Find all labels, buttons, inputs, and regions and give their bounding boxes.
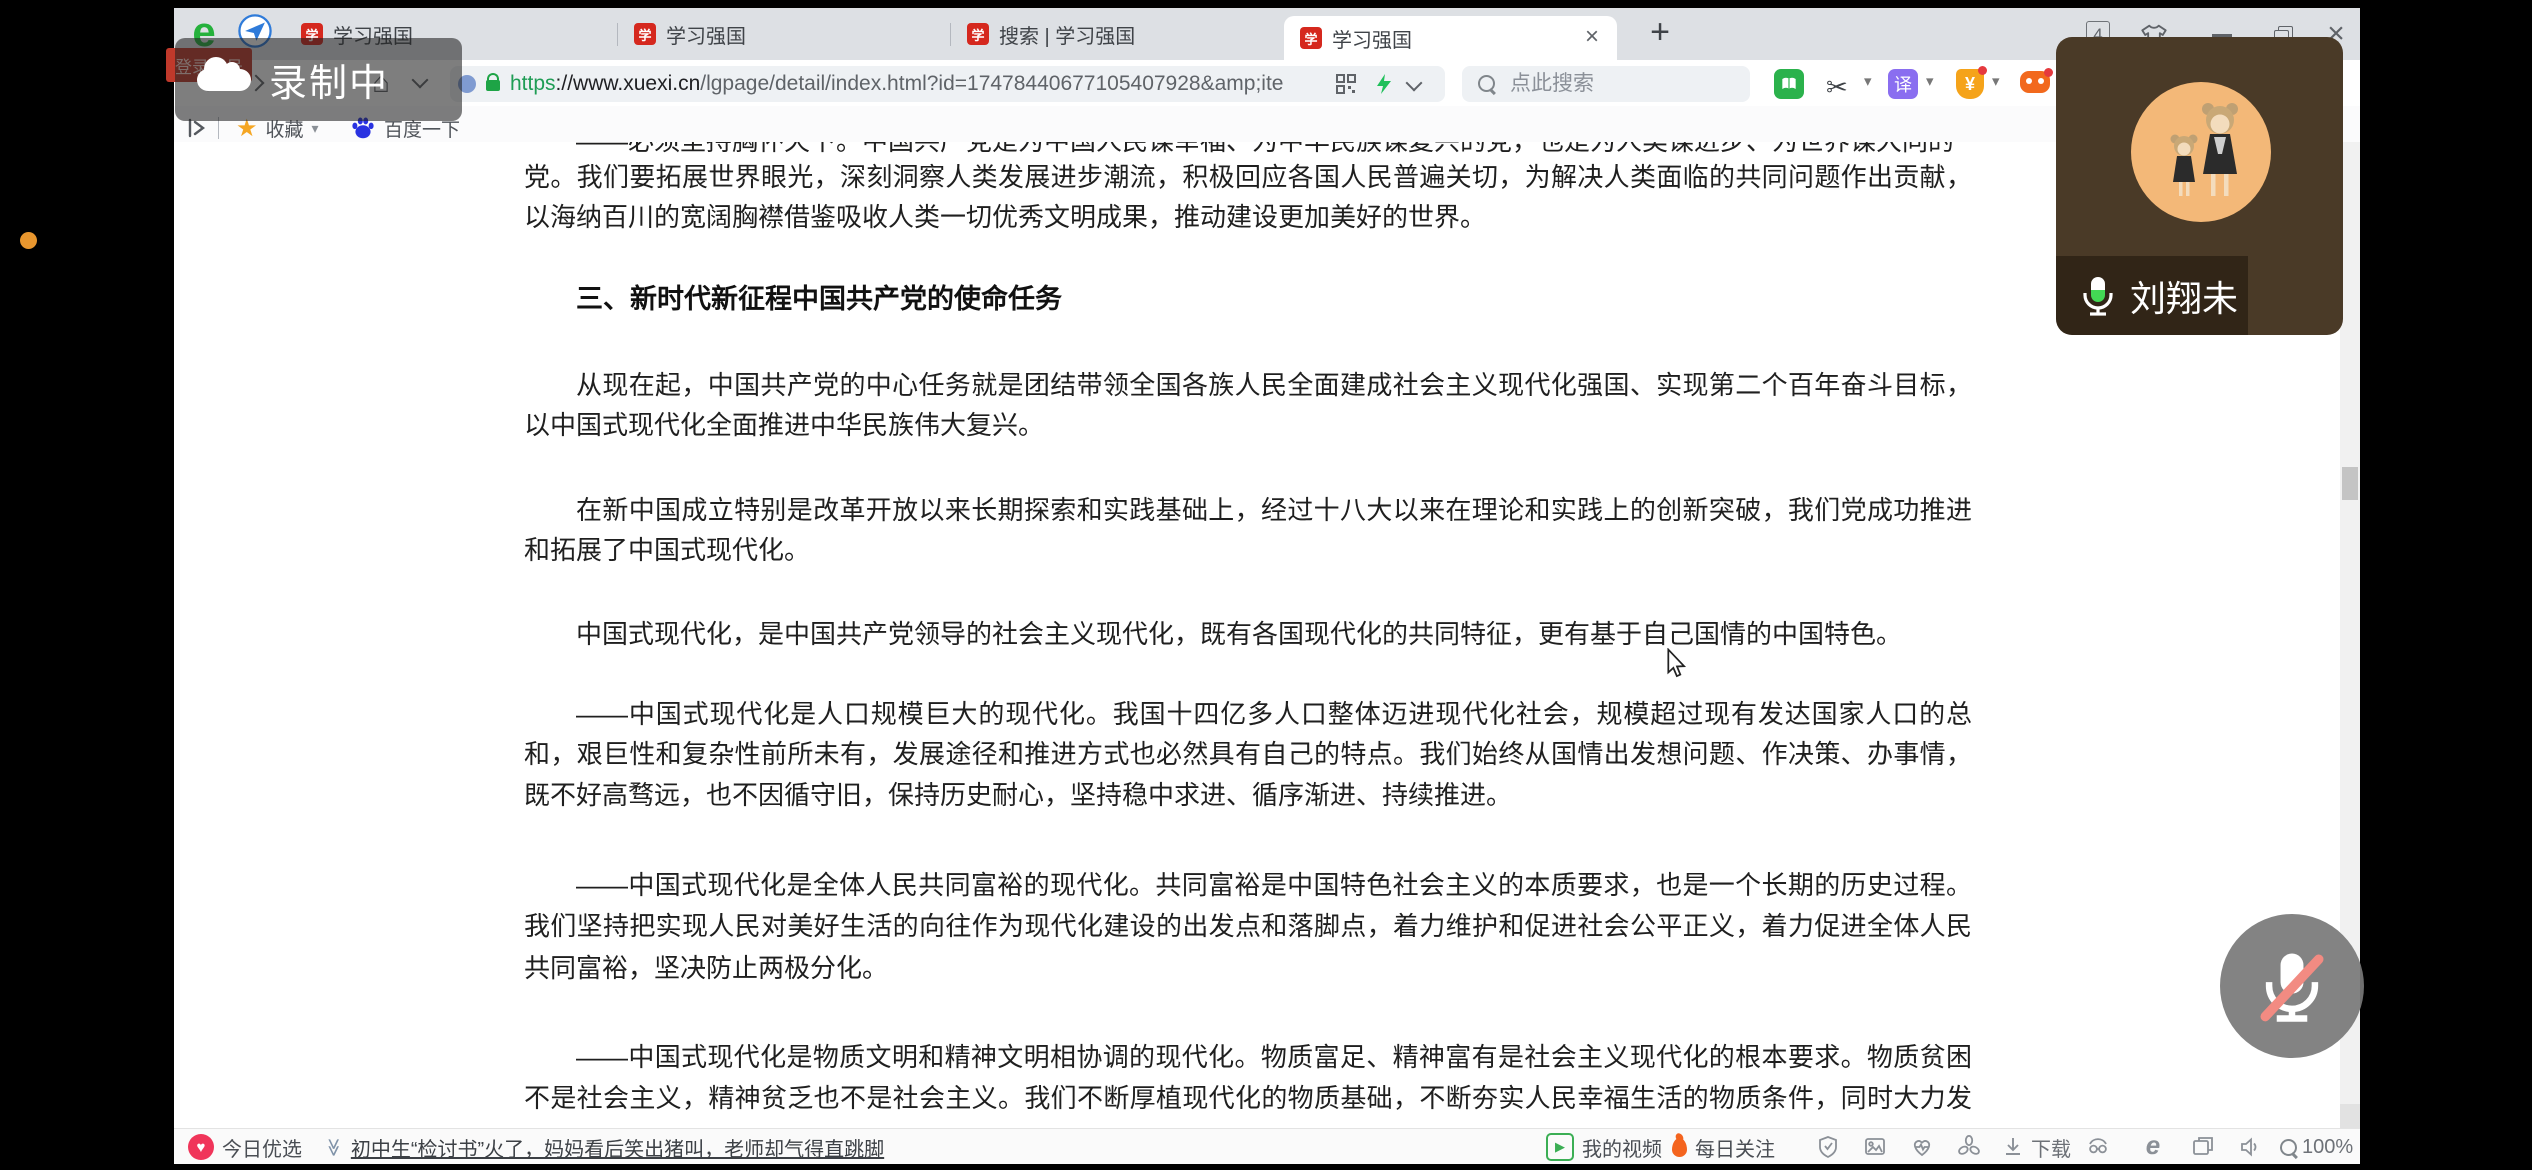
image-capture-icon[interactable] (1862, 1134, 1888, 1165)
daily-follow-label: 每日关注 (1695, 1133, 1775, 1162)
my-videos-label: 我的视频 (1582, 1133, 1662, 1162)
recording-status-label: 录制中 (269, 52, 389, 107)
article-line: 在新中国成立特别是改革开放以来长期探索和实践基础上，经过十八大以来在理论和实践上… (524, 495, 1972, 527)
article-line: 中国式现代化，是中国共产党领导的社会主义现代化，既有各国现代化的共同特征，更有基… (524, 619, 1972, 649)
article-line: 从现在起，中国共产党的中心任务就是团结带领全国各族人民全面建成社会主义现代化强国… (524, 370, 1972, 402)
zoom-control[interactable]: 100% (2280, 1129, 2353, 1165)
scissors-menu-icon[interactable]: ▾ (1864, 72, 1872, 90)
xuexi-favicon-icon: 学 (967, 23, 989, 45)
recording-indicator[interactable]: 录制中 (175, 38, 462, 121)
article-line: ——中国式现代化是人口规模巨大的现代化。我国十四亿多人口整体迈进现代化社会，规模… (524, 699, 1972, 731)
article-line: ——中国式现代化是物质文明和精神文明相协调的现代化。物质富足、精神富有是社会主义… (524, 1042, 1972, 1074)
yuan-glyph: ¥ (1965, 74, 1975, 95)
security-shield-icon[interactable] (1815, 1134, 1841, 1165)
xuexi-favicon-icon: 学 (1300, 27, 1322, 49)
heart-badge-icon: ♥ (188, 1134, 214, 1160)
health-heart-icon[interactable] (1909, 1134, 1935, 1165)
tab-label: 学习强国 (1332, 24, 1412, 53)
flame-icon (1672, 1138, 1687, 1157)
translate-menu-icon[interactable]: ▾ (1926, 72, 1934, 90)
status-bar: ♥ 今日优选 ≫ 初中生“检讨书”火了，妈妈看后笑出猪叫，老师却气得直跳脚 ▶ … (174, 1128, 2360, 1164)
cloud-recording-icon (197, 69, 251, 91)
speed-bolt-icon[interactable] (1372, 72, 1396, 101)
microphone-muted-button[interactable] (2220, 914, 2364, 1058)
annotation-dot (20, 232, 37, 249)
search-placeholder: 点此搜索 (1510, 66, 1594, 102)
daily-follow[interactable]: 每日关注 (1672, 1129, 1775, 1165)
download-icon (2000, 1134, 2026, 1160)
muted-mic-icon (2250, 944, 2334, 1028)
address-bar[interactable]: https://www.xuexi.cn/lgpage/detail/index… (450, 66, 1445, 102)
tab-bar: e 学 学习强国 学 学习强国 学 搜索 | 学习强国 (174, 8, 2360, 60)
url-text[interactable]: https://www.xuexi.cn/lgpage/detail/index… (510, 66, 1600, 102)
video-call-panel[interactable]: 刘翔未 (2056, 37, 2343, 335)
mouse-cursor (1664, 648, 1690, 683)
pinwheel-icon[interactable] (1956, 1134, 1982, 1165)
caller-name: 刘翔未 (2130, 270, 2238, 322)
incognito-icon[interactable] (2085, 1134, 2111, 1165)
download-item[interactable]: 下载 (2000, 1129, 2071, 1165)
zoom-level: 100% (2302, 1136, 2353, 1159)
article-line: 以海纳百川的宽阔胸襟借鉴吸收人类一切优秀文明成果，推动建设更加美好的世界。 (524, 202, 1972, 232)
tab-4-active[interactable]: 学 学习强国 × (1284, 16, 1617, 60)
article-line: 共同富裕，坚决防止两极分化。 (524, 953, 1972, 983)
notification-dot (1978, 66, 1987, 75)
favorites-menu-icon[interactable]: ▾ (312, 120, 319, 137)
article-line: 不是社会主义，精神贫乏也不是社会主义。我们不断厚植现代化的物质基础，不断夯实人民… (524, 1083, 1972, 1115)
article-line: 我们坚持把实现人民对美好生活的向往作为现代化建设的出发点和落脚点，着力维护和促进… (524, 911, 1972, 943)
zoom-magnifier-icon (2280, 1139, 2297, 1156)
browser-window: e 学 学习强国 学 学习强国 学 搜索 | 学习强国 (174, 8, 2360, 1164)
today-pick-label: 今日优选 (222, 1133, 302, 1162)
article-line: 既不好高骛远，也不因循守旧，保持历史耐心，坚持稳中求进、循序渐进、持续推进。 (524, 780, 1972, 810)
xuexi-favicon-icon: 学 (634, 23, 656, 45)
screen-recording: e 学 学习强国 学 学习强国 学 搜索 | 学习强国 (0, 0, 2532, 1170)
article-line: ——中国式现代化是全体人民共同富裕的现代化。共同富裕是中国特色社会主义的本质要求… (524, 870, 1972, 902)
ie-compat-icon[interactable]: e (2140, 1133, 2166, 1159)
caller-nameplate: 刘翔未 (2056, 256, 2248, 335)
qr-code-icon[interactable] (1336, 74, 1356, 99)
caller-avatar (2131, 82, 2271, 222)
article-line: 和拓展了中国式现代化。 (524, 535, 1972, 565)
scrollbar-bottom-segment (2340, 1104, 2360, 1128)
article-line-clipped: ——必须坚持胸怀天下。中国共产党是为中国人民谋幸福、为中华民族谋复兴的党，也是为… (524, 142, 1972, 156)
news-ticker[interactable]: ≫ 初中生“检讨书”火了，妈妈看后笑出猪叫，老师却气得直跳脚 (324, 1129, 884, 1165)
wallet-shield-extension-icon[interactable]: ¥ (1956, 69, 1984, 99)
tab-3[interactable]: 学 搜索 | 学习强国 (951, 8, 1284, 60)
screenshot-scissors-icon[interactable]: ✂ (1826, 72, 1848, 103)
secure-lock-icon (486, 80, 500, 91)
today-pick[interactable]: ♥ 今日优选 (188, 1129, 302, 1165)
download-label: 下载 (2031, 1133, 2071, 1162)
scrollbar-thumb[interactable] (2342, 467, 2358, 500)
tab-label: 搜索 | 学习强国 (999, 20, 1135, 49)
mic-level-icon (2078, 274, 2118, 318)
notification-dot (2044, 68, 2053, 77)
url-path: /lgpage/detail/index.html?id=17478440677… (700, 72, 1283, 95)
close-tab-icon[interactable]: × (1585, 23, 1599, 51)
speaker-icon[interactable] (2237, 1134, 2263, 1165)
article-heading: 三、新时代新征程中国共产党的使命任务 (524, 284, 1972, 314)
novel-extension-icon[interactable] (1774, 69, 1804, 99)
translate-glyph: 译 (1894, 71, 1912, 97)
ie-glyph: e (2146, 1130, 2160, 1160)
tab-label: 学习强国 (666, 20, 746, 49)
search-icon (1478, 75, 1495, 92)
game-extension-icon[interactable] (2020, 71, 2050, 93)
headline-link[interactable]: 初中生“检讨书”火了，妈妈看后笑出猪叫，老师却气得直跳脚 (351, 1133, 884, 1162)
article-line: 党。我们要拓展世界眼光，深刻洞察人类发展进步潮流，积极回应各国人民普遍关切，为解… (524, 162, 1972, 194)
split-window-icon[interactable] (2190, 1134, 2216, 1165)
search-box[interactable]: 点此搜索 (1462, 66, 1750, 102)
wallet-menu-icon[interactable]: ▾ (1992, 72, 2000, 90)
tab-2[interactable]: 学 学习强国 (618, 8, 951, 60)
article-line: 和，艰巨性和复杂性前所未有，发展途径和推进方式也必然具有自己的特点。我们始终从国… (524, 739, 1972, 771)
my-videos[interactable]: ▶ 我的视频 (1546, 1129, 1662, 1165)
ticker-chevron-icon: ≫ (323, 1138, 344, 1157)
new-tab-button[interactable]: + (1640, 12, 1680, 52)
url-host: ://www.xuexi.cn (556, 72, 701, 95)
url-scheme: https (510, 72, 556, 95)
article-line: 以中国式现代化全面推进中华民族伟大复兴。 (524, 410, 1972, 440)
article-content: ——必须坚持胸怀天下。中国共产党是为中国人民谋幸福、为中华民族谋复兴的党，也是为… (174, 142, 2360, 1128)
navigation-toolbar: ⌂ https://www.xuexi.cn/lgpage/detail/ind… (174, 60, 2360, 106)
translate-extension-icon[interactable]: 译 (1888, 69, 1918, 99)
play-icon: ▶ (1546, 1133, 1574, 1161)
